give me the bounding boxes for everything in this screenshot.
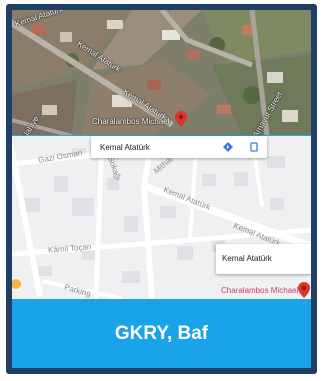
caption-text: GKRY, Baf [114, 322, 209, 344]
copy-icon[interactable] [248, 141, 260, 153]
street-tooltip[interactable]: Kemal Atatürk [216, 244, 311, 274]
street-tooltip[interactable]: Kemal Atatürk [91, 136, 267, 158]
image-card: Kemal Atatürk Kemal Atatürk Kemal Atatür… [6, 4, 317, 374]
map-pin-icon[interactable] [298, 282, 310, 298]
tooltip-text: Kemal Atatürk [222, 254, 272, 263]
navigate-icon[interactable] [222, 141, 234, 153]
caption-bar: GKRY, Baf [12, 299, 311, 368]
satellite-map: Kemal Atatürk Kemal Atatürk Kemal Atatür… [12, 10, 311, 136]
map-image: Kemal Atatürk Kemal Atatürk Kemal Atatür… [12, 10, 311, 368]
street-map: Gazi Osman Mithat Paşa Kemal Atatürk Kem… [12, 136, 311, 299]
poi-label: Charalambos Michael [92, 117, 170, 126]
map-pin-icon[interactable] [175, 111, 187, 127]
poi-label: Charalambos Michael [221, 286, 299, 295]
tooltip-text: Kemal Atatürk [100, 143, 150, 152]
